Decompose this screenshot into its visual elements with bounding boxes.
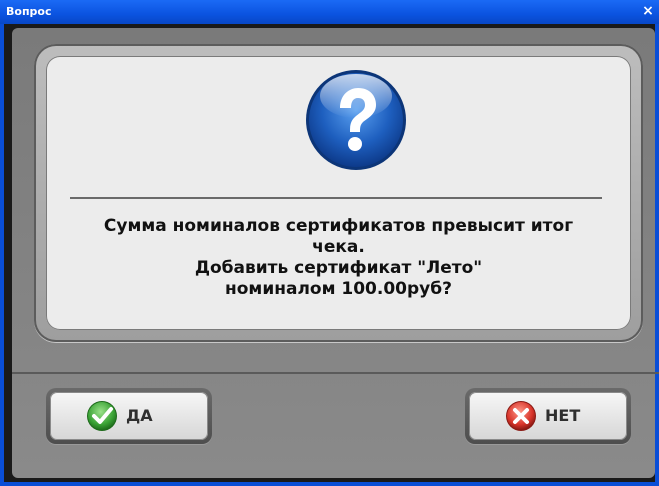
x-icon <box>506 401 536 431</box>
dialog-window: Вопрос × Сумма номиналов сертификатов пр… <box>0 0 659 486</box>
close-icon[interactable]: × <box>640 3 656 19</box>
no-button-label: НЕТ <box>545 406 581 425</box>
window-title: Вопрос <box>6 5 52 18</box>
dialog-client: Сумма номиналов сертификатов превысит ит… <box>4 24 659 482</box>
message-panel: Сумма номиналов сертификатов превысит ит… <box>34 44 643 342</box>
question-icon <box>306 70 406 170</box>
check-icon <box>87 401 117 431</box>
dialog-frame: Сумма номиналов сертификатов превысит ит… <box>12 28 659 478</box>
message-line: Сумма номиналов сертификатов превысит ит… <box>103 216 574 236</box>
title-bar[interactable]: Вопрос × <box>0 0 659 24</box>
question-message: Сумма номиналов сертификатов превысит ит… <box>56 216 621 300</box>
message-line: номиналом 100.00руб? <box>225 279 452 299</box>
message-line: Добавить сертификат "Лето" <box>194 258 483 278</box>
divider-line <box>70 197 602 199</box>
yes-button[interactable]: ДА <box>46 388 212 444</box>
no-button[interactable]: НЕТ <box>465 388 631 444</box>
no-button-face[interactable]: НЕТ <box>469 392 627 440</box>
yes-button-face[interactable]: ДА <box>50 392 208 440</box>
message-panel-inner: Сумма номиналов сертификатов превысит ит… <box>46 56 631 330</box>
message-line: чека. <box>312 237 365 257</box>
yes-button-label: ДА <box>126 406 153 425</box>
button-bar-separator <box>12 372 659 374</box>
